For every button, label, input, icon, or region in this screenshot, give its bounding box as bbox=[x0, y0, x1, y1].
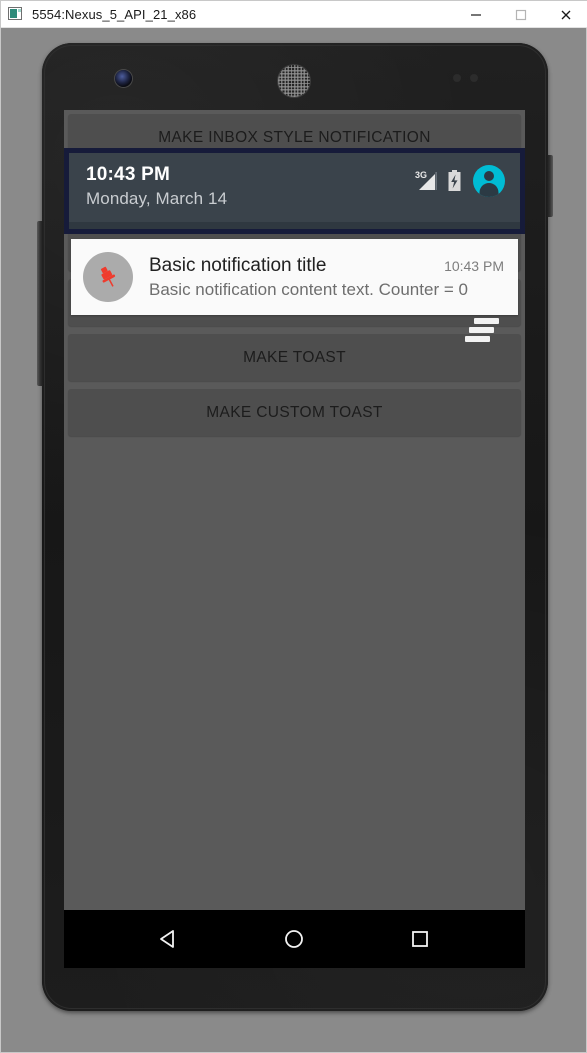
window-titlebar: 5554:Nexus_5_API_21_x86 bbox=[1, 1, 587, 28]
user-avatar-icon[interactable] bbox=[473, 165, 505, 197]
front-camera-icon bbox=[115, 70, 132, 87]
power-button[interactable] bbox=[547, 155, 553, 217]
back-triangle-icon bbox=[159, 930, 174, 948]
button-label: MAKE TOAST bbox=[243, 348, 346, 366]
notification-title-row: Basic notification title 10:43 PM bbox=[149, 255, 504, 277]
home-circle-icon bbox=[285, 930, 304, 948]
notification-time: 10:43 PM bbox=[444, 257, 504, 274]
nav-recents-button[interactable] bbox=[396, 915, 444, 963]
close-icon bbox=[561, 10, 570, 19]
proximity-sensor-icon bbox=[453, 74, 461, 82]
button-label: MAKE INBOX STYLE NOTIFICATION bbox=[158, 128, 431, 146]
window-title: 5554:Nexus_5_API_21_x86 bbox=[32, 6, 197, 22]
emulator-icon bbox=[8, 6, 24, 22]
notification-card[interactable]: Basic notification title 10:43 PM Basic … bbox=[71, 239, 518, 315]
close-button[interactable] bbox=[543, 1, 587, 28]
nav-home-button[interactable] bbox=[270, 915, 318, 963]
status-panel: 10:43 PM Monday, March 14 3G bbox=[69, 153, 520, 229]
recents-square-icon bbox=[412, 931, 429, 947]
notification-title: Basic notification title bbox=[149, 254, 327, 276]
make-custom-toast-button[interactable]: MAKE CUSTOM TOAST bbox=[68, 389, 521, 436]
light-sensor-icon bbox=[470, 74, 478, 82]
maximize-button[interactable] bbox=[498, 1, 543, 28]
status-icons: 3G bbox=[415, 165, 505, 197]
battery-charging-icon bbox=[447, 170, 462, 192]
notification-content-text: Basic notification content text. Counter… bbox=[149, 279, 468, 299]
earpiece-speaker-icon bbox=[278, 65, 310, 97]
inbox-style-icon bbox=[465, 316, 499, 342]
volume-rocker-button[interactable] bbox=[37, 221, 43, 386]
status-panel-container: 10:43 PM Monday, March 14 3G bbox=[64, 148, 525, 234]
notification-text-block: Basic notification title 10:43 PM Basic … bbox=[149, 255, 504, 300]
button-label: MAKE CUSTOM TOAST bbox=[206, 403, 383, 421]
android-nav-bar bbox=[64, 910, 525, 968]
phone-screen[interactable]: MAKE INBOX STYLE NOTIFICATION MAKE BIG T… bbox=[64, 110, 525, 968]
minimize-icon bbox=[470, 13, 481, 16]
maximize-icon bbox=[515, 9, 526, 20]
nav-back-button[interactable] bbox=[145, 915, 193, 963]
pushpin-icon bbox=[83, 252, 133, 302]
window-controls bbox=[453, 1, 587, 28]
emulator-window: 5554:Nexus_5_API_21_x86 MAKE INBOX STYLE… bbox=[0, 0, 587, 1053]
make-toast-button[interactable]: MAKE TOAST bbox=[68, 334, 521, 381]
signal-3g-icon: 3G bbox=[415, 171, 438, 191]
minimize-button[interactable] bbox=[453, 1, 498, 28]
phone-device: MAKE INBOX STYLE NOTIFICATION MAKE BIG T… bbox=[37, 43, 553, 1011]
